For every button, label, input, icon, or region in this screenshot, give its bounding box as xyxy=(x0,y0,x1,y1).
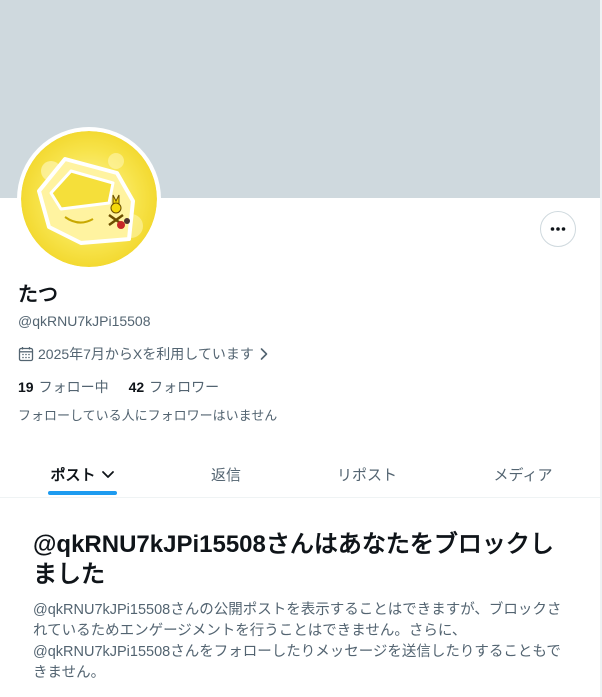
joined-date[interactable]: 2025年7月からXを利用しています xyxy=(18,345,270,363)
tab-replies[interactable]: 返信 xyxy=(166,450,286,498)
calendar-icon xyxy=(18,346,34,362)
avatar[interactable] xyxy=(21,131,157,267)
tab-media[interactable]: メディア xyxy=(448,450,598,498)
follow-stats: 19 フォロー中 42 フォロワー xyxy=(18,378,239,396)
chevron-down-icon xyxy=(100,466,116,482)
profile-name: たつ xyxy=(18,284,58,306)
active-tab-indicator xyxy=(48,491,117,495)
followers-label: フォロワー xyxy=(149,379,220,395)
tab-replies-label: 返信 xyxy=(210,466,241,484)
tab-reposts[interactable]: リポスト xyxy=(286,450,448,498)
blocked-description: @qkRNU7kJPi15508さんの公開ポストを表示することはできますが、ブロ… xyxy=(33,602,562,681)
followers-count: 42 xyxy=(128,379,145,395)
tab-reposts-label: リポスト xyxy=(336,466,397,484)
profile-page: たつ @qkRNU7kJPi15508 2025年7月からXを利用しています 1… xyxy=(0,0,602,697)
tab-posts-label: ポスト xyxy=(50,466,96,484)
following-label: フォロー中 xyxy=(38,379,109,395)
common-followers-note: フォローしている人にフォロワーはいません xyxy=(18,408,278,423)
followers-link[interactable]: 42 フォロワー xyxy=(129,378,220,396)
more-horizontal-icon xyxy=(549,220,567,238)
blocked-title: @qkRNU7kJPi15508さんはあなたをブロックしました xyxy=(33,531,554,588)
profile-handle: @qkRNU7kJPi15508 xyxy=(18,313,151,329)
tab-media-label: メディア xyxy=(493,466,553,484)
joined-date-text: 2025年7月からXを利用しています xyxy=(38,346,254,362)
chevron-right-icon xyxy=(258,347,270,361)
more-options-button[interactable] xyxy=(540,211,576,247)
blocked-notice: @qkRNU7kJPi15508さんはあなたをブロックしました @qkRNU7k… xyxy=(33,530,573,684)
avatar-frame[interactable] xyxy=(17,127,161,271)
following-link[interactable]: 19 フォロー中 xyxy=(18,378,109,396)
following-count: 19 xyxy=(18,379,34,395)
